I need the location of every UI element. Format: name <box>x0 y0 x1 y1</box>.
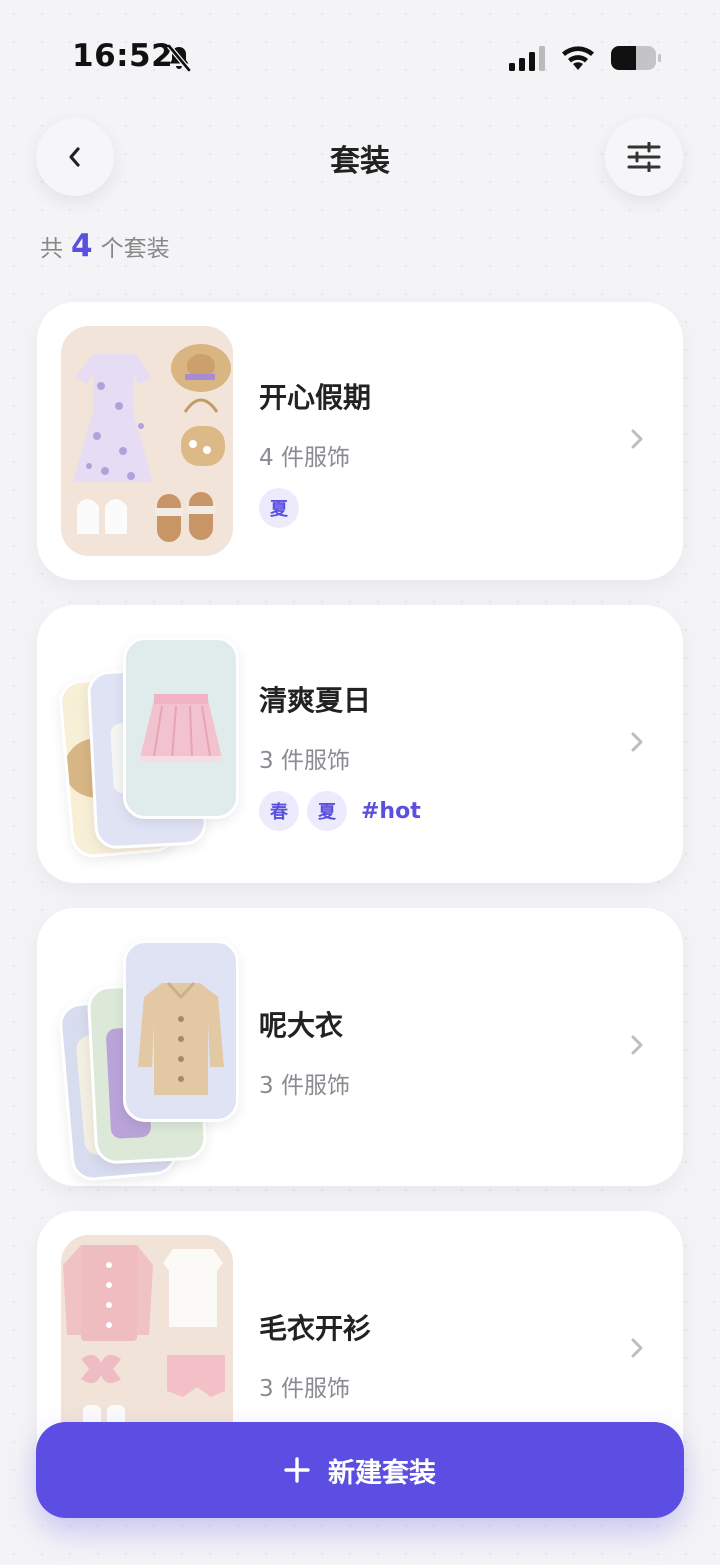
season-tag: 夏 <box>307 791 347 831</box>
chevron-right-icon <box>631 429 643 449</box>
chevron-right-icon <box>631 1035 643 1055</box>
outfit-thumbnail-stack <box>57 633 257 863</box>
cellular-signal-icon <box>509 46 545 71</box>
wifi-icon <box>562 46 594 70</box>
outfit-thumbnail <box>61 326 233 556</box>
outfit-name: 呢大衣 <box>259 1009 344 1042</box>
sliders-icon <box>627 142 661 172</box>
battery-icon <box>611 46 661 70</box>
chevron-right-icon <box>631 1338 643 1358</box>
outfit-tags: 夏 <box>259 488 371 528</box>
new-outfit-button[interactable]: 新建套装 <box>36 1422 684 1518</box>
outfit-thumbnail-stack <box>57 936 257 1183</box>
outfit-card[interactable]: 清爽夏日 3 件服饰 春 夏 #hot <box>37 605 683 883</box>
outfit-item-count: 3 件服饰 <box>259 748 350 774</box>
outfit-item-count: 3 件服饰 <box>259 1073 350 1099</box>
count-suffix: 个套装 <box>100 236 170 262</box>
bell-off-icon <box>167 44 191 72</box>
status-time: 16:52 <box>72 38 174 74</box>
outfit-name: 毛衣开衫 <box>259 1312 372 1345</box>
season-tag: 夏 <box>259 488 299 528</box>
chevron-right-icon <box>631 732 643 752</box>
outfit-card[interactable]: 呢大衣 3 件服饰 <box>37 908 683 1186</box>
new-outfit-label: 新建套装 <box>328 1457 436 1489</box>
outfit-item-count: 4 件服饰 <box>259 445 350 471</box>
outfit-count: 共 4 个套装 <box>40 228 170 264</box>
outfit-name: 清爽夏日 <box>259 684 372 717</box>
hashtag: #hot <box>361 798 421 824</box>
plus-icon <box>284 1457 310 1483</box>
outfit-card[interactable]: 开心假期 4 件服饰 夏 <box>37 302 683 580</box>
count-number: 4 <box>71 228 93 264</box>
filter-button[interactable] <box>605 118 683 196</box>
outfit-name: 开心假期 <box>259 381 372 414</box>
season-tag: 春 <box>259 791 299 831</box>
stack-card <box>123 940 239 1122</box>
outfit-item-count: 3 件服饰 <box>259 1376 350 1402</box>
stack-card <box>123 637 239 819</box>
status-bar: 16:52 <box>0 0 720 110</box>
count-prefix: 共 <box>40 236 63 262</box>
outfit-tags: 春 夏 #hot <box>259 791 421 831</box>
